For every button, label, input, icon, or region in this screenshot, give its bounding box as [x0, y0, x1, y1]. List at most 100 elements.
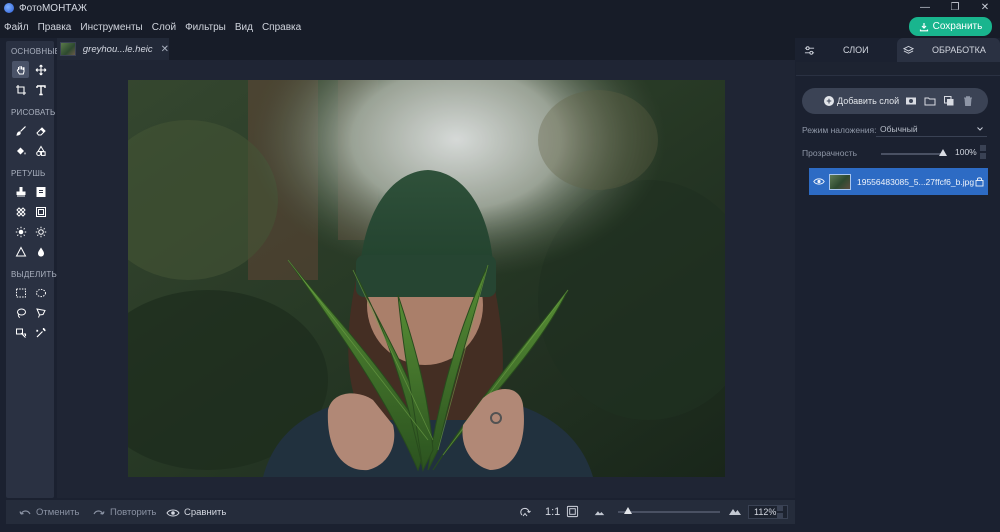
- section-draw: РИСОВАТЬ: [11, 108, 56, 117]
- photo-canvas[interactable]: [128, 80, 725, 477]
- quick-select-icon: [15, 328, 26, 338]
- menu-filters[interactable]: Фильтры: [185, 22, 226, 33]
- canvas-area[interactable]: [57, 60, 795, 498]
- opacity-label: Прозрачность: [802, 148, 858, 158]
- move-tool[interactable]: [32, 61, 49, 78]
- menu-view[interactable]: Вид: [235, 22, 253, 33]
- healing-tool[interactable]: [12, 203, 29, 220]
- fit-screen-icon: [566, 505, 579, 518]
- zoom-spin-down[interactable]: [777, 513, 783, 519]
- minimize-button[interactable]: —: [910, 0, 940, 16]
- lasso-tool[interactable]: [12, 304, 29, 321]
- opacity-slider-track[interactable]: [881, 153, 945, 155]
- hand-tool[interactable]: [12, 61, 29, 78]
- opacity-spin-down[interactable]: [980, 153, 986, 159]
- tab-layers[interactable]: СЛОИ: [796, 38, 894, 62]
- compare-label: Сравнить: [184, 507, 227, 518]
- opacity-slider-handle[interactable]: [939, 149, 947, 156]
- compare-button[interactable]: Сравнить: [166, 507, 226, 518]
- menu-tools[interactable]: Инструменты: [80, 22, 142, 33]
- delete-layer-button[interactable]: [962, 95, 974, 107]
- darken-tool[interactable]: [32, 223, 49, 240]
- duplicate-icon: [944, 96, 954, 106]
- add-layer-label: Добавить слой: [837, 96, 900, 106]
- polygon-lasso-tool[interactable]: [32, 304, 49, 321]
- text-icon: [35, 84, 46, 95]
- window-controls: — ❐ ✕: [910, 0, 1000, 16]
- group-layers-button[interactable]: [924, 95, 936, 107]
- zoom-slider-track[interactable]: [618, 511, 720, 513]
- shapes-tool[interactable]: [32, 142, 49, 159]
- eraser-tool[interactable]: [32, 122, 49, 139]
- quick-select-tool[interactable]: [12, 324, 29, 341]
- stamp-icon: [16, 186, 25, 196]
- undo-button[interactable]: Отменить: [18, 507, 79, 518]
- fit-screen-button[interactable]: [566, 505, 579, 518]
- mask-icon: [906, 97, 916, 105]
- close-window-button[interactable]: ✕: [970, 0, 1000, 16]
- panel-header-strip: [796, 62, 1000, 76]
- text-tool[interactable]: [32, 81, 49, 98]
- restore-button[interactable]: ❐: [940, 0, 970, 16]
- tab-processing[interactable]: ОБРАБОТКА: [897, 38, 1000, 62]
- ellipse-select-tool[interactable]: [32, 284, 49, 301]
- zoom-spin-up[interactable]: [777, 505, 783, 511]
- blend-mode-label: Режим наложения:: [802, 125, 877, 135]
- close-tab-icon[interactable]: ✕: [161, 44, 169, 55]
- patch-tool[interactable]: [32, 183, 49, 200]
- tab-layers-label: СЛОИ: [843, 45, 869, 55]
- document-tabs: greyhou...le.heic ✕: [57, 38, 795, 60]
- rotate-view-button[interactable]: [518, 506, 532, 518]
- document-tab[interactable]: greyhou...le.heic ✕: [57, 38, 169, 60]
- frame-tool[interactable]: [32, 203, 49, 220]
- fill-tool[interactable]: [12, 142, 29, 159]
- brush-icon: [15, 125, 26, 136]
- actual-size-button[interactable]: 1:1: [545, 506, 560, 518]
- brush-tool[interactable]: [12, 122, 29, 139]
- menu-file[interactable]: Файл: [4, 22, 29, 33]
- opacity-value[interactable]: 100%: [955, 147, 977, 157]
- brightness-tool[interactable]: [12, 223, 29, 240]
- visibility-eye-icon[interactable]: [813, 177, 825, 186]
- zoom-slider-handle[interactable]: [624, 507, 632, 514]
- title-bar: ФотоМОНТАЖ — ❐ ✕: [0, 0, 1000, 16]
- duplicate-layer-button[interactable]: [943, 95, 955, 107]
- photomontage-app: ФотоМОНТАЖ — ❐ ✕ Файл Правка Инструменты…: [0, 0, 1000, 532]
- layers-icon: [903, 45, 914, 54]
- menu-help[interactable]: Справка: [262, 22, 301, 33]
- rect-select-tool[interactable]: [12, 284, 29, 301]
- mountain-small-icon: [594, 511, 605, 516]
- folder-icon: [924, 97, 936, 106]
- frame-icon: [35, 206, 46, 217]
- add-mask-button[interactable]: [905, 95, 917, 107]
- blur-tool[interactable]: [32, 243, 49, 260]
- sun-outline-icon: [35, 226, 46, 237]
- sharpen-tool[interactable]: [12, 243, 29, 260]
- blend-mode-select[interactable]: Обычный: [876, 122, 987, 137]
- menu-edit[interactable]: Правка: [38, 22, 72, 33]
- bandage-icon: [15, 206, 26, 217]
- photo-woman-with-fern: [128, 80, 725, 477]
- redo-button[interactable]: Повторить: [92, 507, 156, 518]
- add-layer-button[interactable]: + Добавить слой: [824, 96, 899, 106]
- triangle-icon: [15, 245, 26, 256]
- chevron-down-icon: [977, 127, 983, 131]
- lock-icon[interactable]: [975, 176, 984, 187]
- shapes-icon: [35, 145, 46, 156]
- magic-wand-tool[interactable]: [32, 324, 49, 341]
- crop-tool[interactable]: [12, 81, 29, 98]
- layer-thumbnail: [829, 173, 851, 190]
- save-button[interactable]: Сохранить: [909, 17, 992, 36]
- zoom-in-button[interactable]: [728, 506, 742, 516]
- stamp-tool[interactable]: [12, 183, 29, 200]
- tool-panel: ОСНОВНЫЕ РИСОВАТЬ РЕТУШЬ ВЫДЕЛИТЬ: [6, 41, 60, 498]
- eraser-icon: [35, 126, 46, 135]
- opacity-spin-up[interactable]: [980, 145, 986, 151]
- redo-icon: [93, 509, 105, 515]
- menu-layer[interactable]: Слой: [152, 22, 176, 33]
- layer-row[interactable]: 19556483085_5...27ffcf6_b.jpg: [809, 168, 988, 195]
- mountain-large-icon: [729, 509, 741, 515]
- section-retouch: РЕТУШЬ: [11, 169, 46, 178]
- zoom-out-button[interactable]: [594, 508, 605, 516]
- drop-icon: [37, 247, 44, 256]
